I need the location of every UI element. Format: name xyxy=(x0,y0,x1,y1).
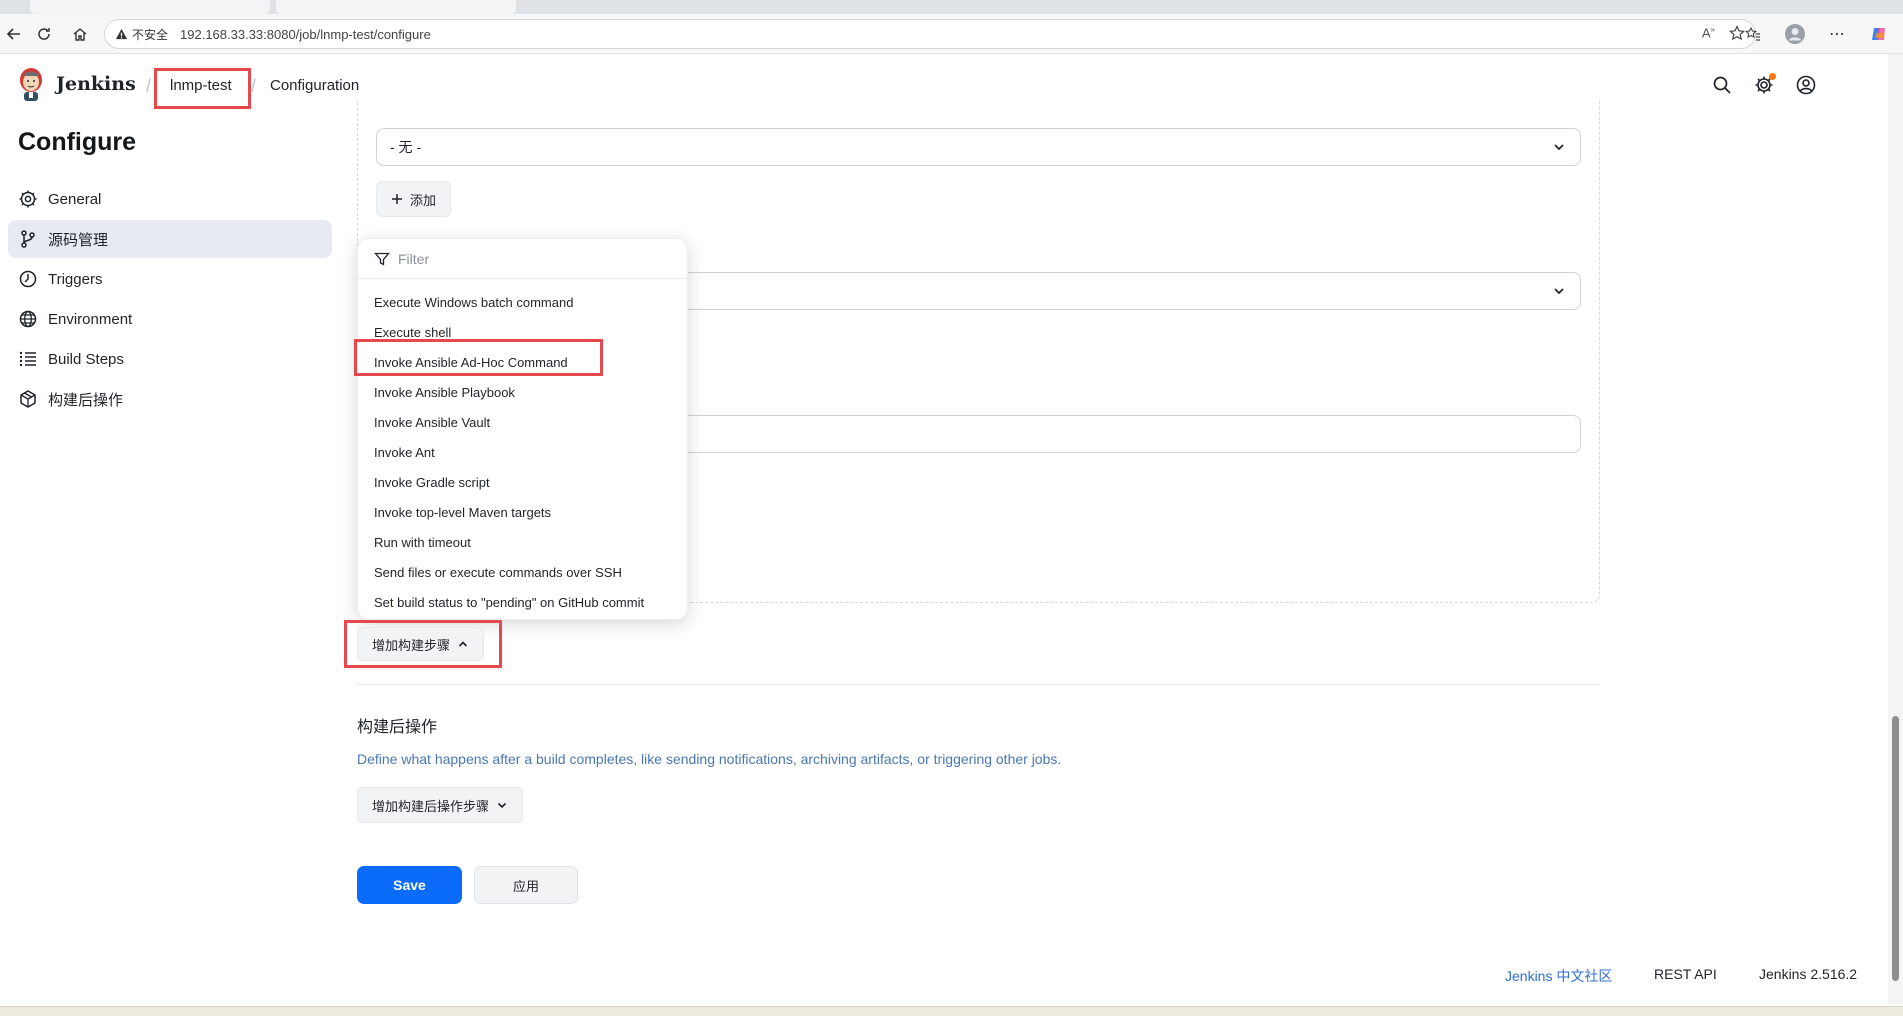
menu-item[interactable]: Invoke Ansible Vault xyxy=(358,407,687,437)
chevron-down-icon xyxy=(1554,288,1564,295)
annotation-highlight-box xyxy=(354,339,603,376)
warning-icon xyxy=(115,28,128,39)
sidebar-item-label: 构建后操作 xyxy=(48,391,124,409)
home-icon[interactable] xyxy=(66,20,94,48)
menu-item[interactable]: Invoke Gradle script xyxy=(358,467,687,497)
section-divider xyxy=(357,684,1600,685)
select-value: - 无 - xyxy=(390,139,422,155)
jenkins-logo-text: Jenkins xyxy=(56,73,136,95)
breadcrumb-configuration: Configuration xyxy=(270,77,360,94)
sidebar-item-general[interactable]: General xyxy=(8,180,332,218)
menu-item[interactable]: Set build status to "pending" on GitHub … xyxy=(358,587,687,617)
add-button-label: 添加 xyxy=(410,192,437,208)
browser-address-bar: 不安全 192.168.33.33:8080/job/lnmp-test/con… xyxy=(0,14,1903,54)
window-bottom-strip xyxy=(0,1006,1903,1016)
url-text: 192.168.33.33:8080/job/lnmp-test/configu… xyxy=(180,26,431,42)
menu-item[interactable]: Run with timeout xyxy=(358,527,687,557)
post-build-section-title: 构建后操作 xyxy=(357,719,438,736)
credentials-select[interactable]: - 无 - xyxy=(376,128,1581,166)
menu-item[interactable]: Invoke top-level Maven targets xyxy=(358,497,687,527)
package-icon xyxy=(20,390,36,408)
footer-version[interactable]: Jenkins 2.516.2 xyxy=(1759,966,1857,982)
security-warning[interactable]: 不安全 xyxy=(115,26,168,43)
scrollbar-thumb[interactable] xyxy=(1892,716,1899,981)
jenkins-logo[interactable]: Jenkins xyxy=(16,66,136,102)
manage-jenkins-button[interactable] xyxy=(1754,73,1776,95)
browser-tab[interactable] xyxy=(30,0,270,14)
sidebar-item-environment[interactable]: Environment xyxy=(8,300,332,338)
menu-item[interactable]: Invoke Ansible Playbook xyxy=(358,377,687,407)
favorites-icon[interactable] xyxy=(1739,20,1767,48)
dropdown-menu: Execute Windows batch command Execute sh… xyxy=(358,279,687,617)
user-account-icon[interactable] xyxy=(1796,75,1816,95)
add-credentials-button[interactable]: 添加 xyxy=(376,181,452,217)
breadcrumb-separator: / xyxy=(146,76,152,96)
address-input[interactable]: 不安全 192.168.33.33:8080/job/lnmp-test/con… xyxy=(104,19,1756,49)
sidebar-item-label: General xyxy=(48,190,102,208)
chevron-down-icon xyxy=(1554,144,1564,151)
profile-avatar-icon[interactable] xyxy=(1781,20,1809,48)
page-scrollbar[interactable] xyxy=(1888,54,1903,1004)
sidebar-item-label: Triggers xyxy=(48,270,103,288)
security-label: 不安全 xyxy=(132,27,169,42)
sidebar-item-build-steps[interactable]: Build Steps xyxy=(8,340,332,378)
sidebar-item-label: 源码管理 xyxy=(48,231,109,249)
search-icon[interactable] xyxy=(1712,75,1732,95)
build-step-dropdown: Filter Execute Windows batch command Exe… xyxy=(357,238,688,620)
apply-button[interactable]: 应用 xyxy=(474,866,578,904)
footer-rest-api-link[interactable]: REST API xyxy=(1654,966,1717,982)
footer-community-link[interactable]: Jenkins 中文社区 xyxy=(1505,966,1612,986)
sidebar-nav: General 源码管理 Triggers Environment Build … xyxy=(8,180,332,420)
refresh-icon[interactable] xyxy=(30,20,58,48)
sidebar-item-scm[interactable]: 源码管理 xyxy=(8,220,332,258)
annotation-highlight-box xyxy=(154,68,251,109)
copilot-icon[interactable] xyxy=(1865,20,1893,48)
page-title: Configure xyxy=(18,128,137,156)
branch-icon xyxy=(21,230,35,248)
browser-tabstrip xyxy=(0,0,1903,14)
jenkins-butler-icon xyxy=(20,68,42,101)
menu-item[interactable]: Invoke Ant xyxy=(358,437,687,467)
sidebar-item-label: Environment xyxy=(48,310,133,328)
save-button[interactable]: Save xyxy=(357,866,462,904)
chevron-down-icon xyxy=(497,802,507,809)
post-build-description: Define what happens after a build comple… xyxy=(357,751,1062,767)
gear-icon xyxy=(19,190,37,208)
breadcrumb-separator: / xyxy=(251,76,257,96)
plus-icon xyxy=(392,194,402,204)
annotation-highlight-box xyxy=(344,620,502,668)
more-options-icon[interactable]: ⋯ xyxy=(1823,20,1851,48)
menu-item[interactable]: Execute Windows batch command xyxy=(358,287,687,317)
add-post-build-label: 增加构建后操作步骤 xyxy=(372,798,490,814)
sidebar-item-label: Build Steps xyxy=(48,350,124,368)
notification-dot xyxy=(1769,73,1776,80)
filter-placeholder: Filter xyxy=(398,250,430,267)
sidebar-item-post-build[interactable]: 构建后操作 xyxy=(8,380,332,418)
back-icon[interactable] xyxy=(0,20,28,48)
clock-icon xyxy=(19,270,37,288)
read-aloud-icon[interactable]: A» xyxy=(1702,25,1715,41)
menu-item[interactable]: Send files or execute commands over SSH xyxy=(358,557,687,587)
globe-icon xyxy=(19,310,37,328)
list-icon xyxy=(19,351,36,367)
browser-tab[interactable] xyxy=(276,0,516,14)
sidebar-item-triggers[interactable]: Triggers xyxy=(8,260,332,298)
filter-input[interactable]: Filter xyxy=(358,239,687,279)
add-post-build-step-button[interactable]: 增加构建后操作步骤 xyxy=(357,787,524,823)
filter-icon xyxy=(374,252,390,266)
